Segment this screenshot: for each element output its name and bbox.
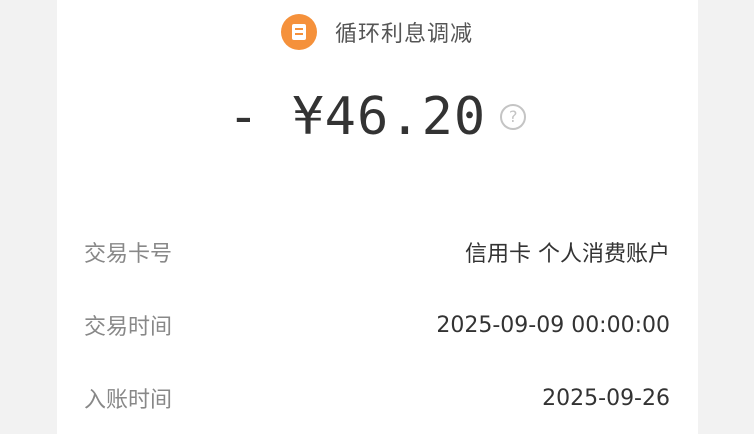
help-icon[interactable]: ? — [500, 104, 527, 130]
detail-value: 2025-09-09 00:00:00 — [436, 312, 670, 338]
amount-row: - ¥46.20 ? — [0, 82, 754, 152]
detail-row-card-number: 交易卡号 信用卡 个人消费账户 — [84, 234, 670, 270]
transaction-type-title: 循环利息调减 — [334, 22, 473, 47]
transaction-amount: - ¥46.20 — [227, 87, 487, 147]
detail-row-transaction-time: 交易时间 2025-09-09 00:00:00 — [84, 307, 670, 343]
detail-label: 入账时间 — [84, 388, 173, 413]
detail-label: 交易卡号 — [84, 242, 173, 267]
transaction-header: 循环利息调减 — [0, 12, 754, 52]
transaction-card — [57, 0, 698, 434]
detail-row-posting-time: 入账时间 2025-09-26 — [84, 380, 670, 416]
detail-value: 2025-09-26 — [542, 385, 670, 411]
receipt-icon — [280, 14, 317, 50]
detail-label: 交易时间 — [84, 315, 173, 340]
detail-value: 信用卡 个人消费账户 — [465, 242, 670, 267]
